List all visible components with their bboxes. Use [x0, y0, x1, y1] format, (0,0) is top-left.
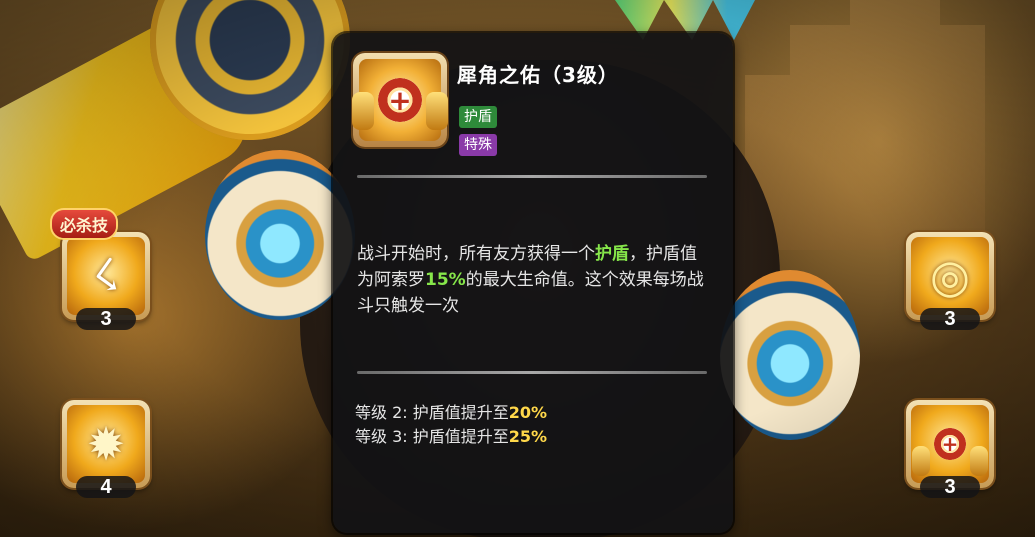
- skill-title: 犀角之佑（3级）: [457, 63, 619, 87]
- desc-text: 战斗开始时，所有友方获得一个: [357, 244, 595, 264]
- skill-slot-left-bottom[interactable]: ✹ 4: [62, 400, 150, 498]
- skill-count: 3: [920, 476, 980, 498]
- level-upgrade-value: 20%: [508, 403, 548, 422]
- skill-slot-right-bottom[interactable]: + 3: [906, 400, 994, 498]
- skill-slot-ultimate[interactable]: ☇ 必杀技 3: [52, 210, 150, 330]
- desc-highlight-percent: 15%: [425, 270, 466, 290]
- skill-description: 战斗开始时，所有友方获得一个护盾，护盾值为阿索罗15%的最大生命值。这个效果每场…: [357, 241, 709, 319]
- slash-icon: ☇: [89, 248, 123, 304]
- desc-highlight-shield: 护盾: [595, 244, 629, 264]
- skill-count: 3: [920, 308, 980, 330]
- skill-slot-inner: +: [911, 405, 989, 483]
- swirl-icon: ◎: [929, 249, 971, 303]
- level-upgrade-row: 等级 3: 护盾值提升至25%: [355, 425, 547, 449]
- skill-slot-inner: ☇: [67, 237, 145, 315]
- skill-icon-frame: +: [352, 53, 448, 147]
- skill-icon-inner: +: [352, 59, 448, 141]
- level-upgrades: 等级 2: 护盾值提升至20% 等级 3: 护盾值提升至25%: [355, 401, 547, 449]
- skill-count: 3: [76, 308, 136, 330]
- rhino-shield-icon: +: [912, 428, 988, 476]
- skill-slot-inner: ◎: [911, 237, 989, 315]
- skill-count: 4: [76, 476, 136, 498]
- divider: [357, 175, 707, 178]
- skill-slot-inner: ✹: [67, 405, 145, 483]
- skill-slot-right-top[interactable]: ◎ 3: [906, 232, 994, 330]
- divider: [357, 371, 707, 374]
- tag-shield: 护盾: [459, 106, 497, 128]
- level-upgrade-value: 25%: [508, 427, 548, 446]
- skill-tooltip-panel: + 犀角之佑（3级） 护盾 特殊 战斗开始时，所有友方获得一个护盾，护盾值为阿索…: [333, 33, 733, 533]
- ultimate-badge: 必杀技: [52, 210, 117, 238]
- tag-special: 特殊: [459, 134, 497, 156]
- rhino-shield-icon: +: [352, 78, 448, 130]
- level-upgrade-text: 等级 2: 护盾值提升至: [355, 403, 509, 422]
- spark-fist-icon: ✹: [86, 417, 126, 471]
- level-upgrade-text: 等级 3: 护盾值提升至: [355, 427, 509, 446]
- level-upgrade-row: 等级 2: 护盾值提升至20%: [355, 401, 547, 425]
